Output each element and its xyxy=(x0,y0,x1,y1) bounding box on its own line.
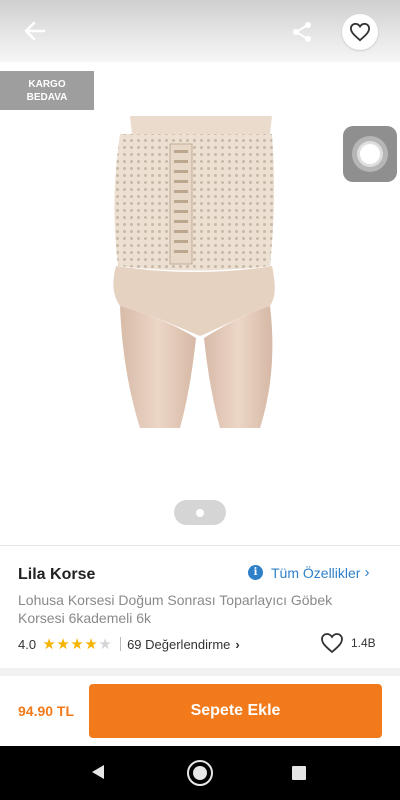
star-empty-icon: ★ xyxy=(98,635,112,653)
assistive-touch-button[interactable] xyxy=(343,126,397,182)
triangle-back-icon xyxy=(92,765,104,779)
favorite-button[interactable] xyxy=(342,14,378,50)
free-shipping-badge: KARGO BEDAVA xyxy=(0,71,94,110)
arrow-left-icon xyxy=(24,21,46,41)
divider xyxy=(120,637,122,651)
product-title: Lohusa Korsesi Doğum Sonrası Toparlayıcı… xyxy=(18,592,333,626)
rating-row: 4.0 ★ ★ ★ ★ ★ 69 Değerlendirme › xyxy=(18,635,240,653)
pager-dot-active xyxy=(196,508,204,517)
product-photo xyxy=(113,116,275,428)
system-recents-button[interactable] xyxy=(292,766,306,780)
home-circle-icon xyxy=(193,766,207,780)
star-filled-icon: ★ xyxy=(42,635,56,653)
badge-line-1: KARGO xyxy=(28,79,66,90)
system-back-button[interactable] xyxy=(90,764,106,785)
star-filled-icon: ★ xyxy=(84,635,98,653)
heart-outline-icon xyxy=(321,633,343,654)
divider xyxy=(0,545,400,546)
product-brand[interactable]: Lila Korse xyxy=(18,566,95,584)
back-button[interactable] xyxy=(18,16,52,46)
badge-line-2: BEDAVA xyxy=(26,92,68,103)
all-features-link[interactable]: i Tüm Özellikler › xyxy=(248,564,369,581)
assistive-touch-icon xyxy=(352,136,388,172)
top-bar xyxy=(0,0,400,62)
image-pager-indicator[interactable] xyxy=(174,500,226,525)
chevron-right-icon: › xyxy=(364,564,370,581)
favorite-count[interactable]: 1.4B xyxy=(320,632,376,654)
chevron-right-icon: › xyxy=(235,636,240,652)
rating-stars: ★ ★ ★ ★ ★ xyxy=(42,637,112,652)
star-filled-icon: ★ xyxy=(70,635,84,653)
share-button[interactable] xyxy=(286,16,318,48)
favorite-count-label: 1.4B xyxy=(351,636,376,650)
product-price: 94.90 TL xyxy=(18,703,75,719)
system-home-button[interactable] xyxy=(187,760,213,786)
divider xyxy=(0,668,400,676)
heart-outline-icon xyxy=(349,22,371,42)
add-to-cart-button[interactable]: Sepete Ekle xyxy=(89,684,382,738)
share-icon xyxy=(293,22,311,42)
rating-value: 4.0 xyxy=(18,636,37,652)
all-features-label: Tüm Özellikler xyxy=(271,564,361,581)
info-icon: i xyxy=(248,565,263,580)
reviews-link[interactable]: 69 Değerlendirme xyxy=(127,637,230,652)
star-filled-icon: ★ xyxy=(56,635,70,653)
product-image[interactable] xyxy=(100,116,356,428)
